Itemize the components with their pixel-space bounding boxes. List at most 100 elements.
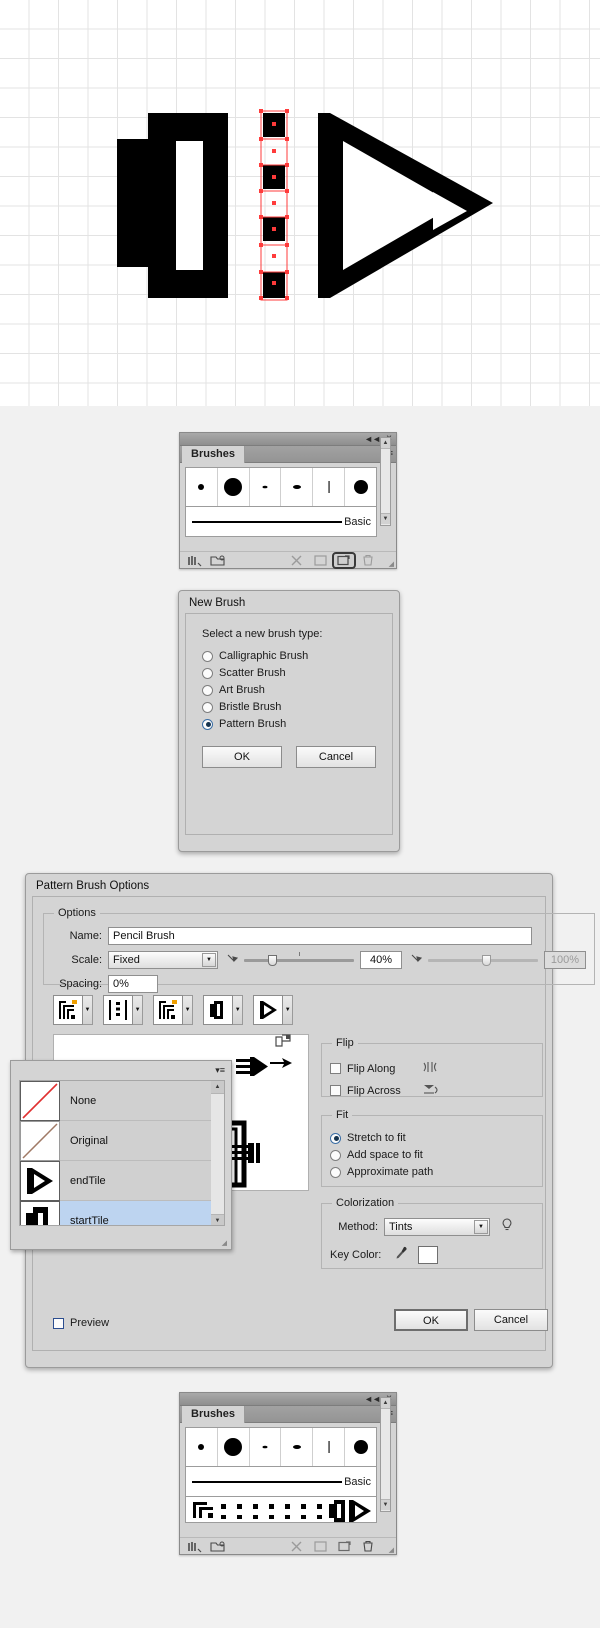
panel-scrollbar[interactable]: ▲ ▼: [380, 437, 391, 526]
artboard-canvas[interactable]: [0, 0, 600, 406]
new-brush-icon[interactable]: [338, 1540, 352, 1553]
brush-name-input[interactable]: Pencil Brush: [108, 927, 532, 945]
collapse-icon[interactable]: ◄◄: [364, 1394, 381, 1405]
resize-grip-icon[interactable]: ◢: [222, 1239, 227, 1247]
scale-mode-select[interactable]: Fixed ▼: [108, 951, 218, 969]
brush-swatch-grid[interactable]: [185, 467, 377, 507]
radio-pattern-brush[interactable]: Pattern Brush: [202, 718, 376, 730]
libraries-panel-icon[interactable]: [210, 1540, 225, 1553]
brush-swatch-stroke-thin[interactable]: [313, 468, 346, 506]
inner-corner-tile-button[interactable]: [153, 995, 184, 1025]
key-color-swatch[interactable]: [418, 1245, 438, 1264]
slider-knob[interactable]: [268, 955, 277, 966]
options-of-selected-object-icon[interactable]: [314, 554, 328, 567]
resize-grip-icon[interactable]: ◢: [389, 560, 394, 568]
brush-swatch-dot-tiny[interactable]: [250, 1428, 282, 1466]
brush-swatch-dot-small[interactable]: [186, 468, 218, 506]
spacing-input[interactable]: 0%: [108, 975, 158, 993]
scroll-down-arrow[interactable]: ▼: [381, 1499, 390, 1510]
delete-brush-icon[interactable]: [362, 554, 376, 567]
radio-add-space-to-fit[interactable]: Add space to fit: [330, 1149, 534, 1161]
panel-tab-row[interactable]: Brushes ▾≡: [180, 446, 396, 463]
panel-titlebar[interactable]: ◄◄ ×: [180, 1393, 396, 1406]
tile-list-item-starttile[interactable]: startTile: [20, 1201, 224, 1225]
scroll-up-arrow[interactable]: ▲: [381, 438, 390, 449]
lightbulb-tip-icon[interactable]: [500, 1217, 514, 1236]
tile-selection-popup[interactable]: ▾≡ None Original endTile startTile ▲ ▼ ◢: [10, 1060, 232, 1250]
brush-libraries-icon[interactable]: [188, 554, 202, 567]
side-tile-button[interactable]: [53, 995, 83, 1025]
colorization-method-select[interactable]: Tints ▼: [384, 1217, 490, 1236]
brush-swatch-dot-round[interactable]: [345, 1428, 376, 1466]
resize-grip-icon[interactable]: ◢: [389, 1546, 394, 1554]
scroll-down-arrow[interactable]: ▼: [211, 1214, 224, 1225]
eyedropper-icon[interactable]: [394, 1245, 408, 1264]
delete-brush-icon[interactable]: [362, 1540, 376, 1553]
brush-swatch-dot-small[interactable]: [186, 1428, 218, 1466]
brush-swatch-dot-round[interactable]: [345, 468, 376, 506]
collapse-icon[interactable]: ◄◄: [364, 434, 381, 445]
brush-swatch-dot-large[interactable]: [218, 1428, 250, 1466]
brushes-panel-top[interactable]: ◄◄ × Brushes ▾≡: [179, 432, 397, 569]
radio-bristle-brush[interactable]: Bristle Brush: [202, 701, 376, 713]
radio-art-brush[interactable]: Art Brush: [202, 684, 376, 696]
panel-footer-toolbar[interactable]: ◢: [180, 1537, 396, 1554]
panel-tab-row[interactable]: Brushes ▾≡: [180, 1406, 396, 1423]
panel-scrollbar[interactable]: ▲ ▼: [380, 1397, 391, 1512]
brush-swatch-dot-oval[interactable]: [281, 1428, 314, 1466]
scroll-up-arrow[interactable]: ▲: [381, 1398, 390, 1409]
tile-list-item-endtile[interactable]: endTile: [20, 1160, 224, 1201]
brush-libraries-icon[interactable]: [188, 1540, 202, 1553]
end-tile-dropdown[interactable]: ▼: [283, 995, 294, 1025]
brush-swatch-dot-tiny[interactable]: [250, 468, 282, 506]
brush-row-basic[interactable]: Basic: [185, 1467, 377, 1497]
tile-list-scrollbar[interactable]: ▲ ▼: [211, 1081, 224, 1225]
preview-checkbox-row[interactable]: Preview: [53, 1317, 109, 1329]
radio-scatter-brush[interactable]: Scatter Brush: [202, 667, 376, 679]
tile-extra-icon[interactable]: [275, 1033, 293, 1052]
chevron-down-icon[interactable]: ▼: [474, 1219, 488, 1234]
tab-brushes[interactable]: Brushes: [182, 446, 246, 463]
radio-stretch-to-fit[interactable]: Stretch to fit: [330, 1132, 534, 1144]
start-tile-button[interactable]: [203, 995, 234, 1025]
libraries-panel-icon[interactable]: [210, 554, 225, 567]
brush-swatch-dot-oval[interactable]: [281, 468, 314, 506]
new-brush-dialog[interactable]: New Brush Select a new brush type: Calli…: [178, 590, 400, 852]
brush-row-pencil-pattern[interactable]: [185, 1497, 377, 1523]
brush-swatch-grid[interactable]: [185, 1427, 377, 1467]
outer-corner-tile-dropdown[interactable]: ▼: [133, 995, 144, 1025]
popup-menu-icon[interactable]: ▾≡: [215, 1065, 225, 1076]
tile-button-strip[interactable]: ▼ ▼ ▼ ▼ ▼: [53, 995, 294, 1025]
end-tile-button[interactable]: [253, 995, 284, 1025]
cancel-button[interactable]: Cancel: [296, 746, 376, 768]
chevron-down-icon[interactable]: ▼: [202, 953, 216, 967]
tab-brushes[interactable]: Brushes: [182, 1406, 246, 1423]
slider-knob[interactable]: [482, 955, 491, 966]
side-tile-dropdown[interactable]: ▼: [83, 995, 93, 1025]
cancel-button[interactable]: Cancel: [474, 1309, 548, 1331]
brushes-panel-bottom[interactable]: ◄◄ × Brushes ▾≡: [179, 1392, 397, 1555]
brush-row-basic[interactable]: Basic: [185, 507, 377, 537]
scroll-up-arrow[interactable]: ▲: [211, 1081, 224, 1094]
panel-footer-toolbar[interactable]: ◢: [180, 551, 396, 569]
scale-slider-2[interactable]: [428, 953, 538, 967]
options-of-selected-object-icon[interactable]: [314, 1540, 328, 1553]
brush-swatch-stroke-thin[interactable]: [313, 1428, 346, 1466]
brush-swatch-dot-large[interactable]: [218, 468, 250, 506]
radio-calligraphic-brush[interactable]: Calligraphic Brush: [202, 650, 376, 662]
panel-titlebar[interactable]: ◄◄ ×: [180, 433, 396, 446]
ok-button[interactable]: OK: [202, 746, 282, 768]
scroll-down-arrow[interactable]: ▼: [381, 513, 390, 524]
flip-along-checkbox-row[interactable]: Flip Along: [330, 1060, 534, 1077]
remove-brush-link-icon[interactable]: [290, 1540, 304, 1553]
remove-brush-link-icon[interactable]: [290, 554, 304, 567]
flip-across-checkbox-row[interactable]: Flip Across: [330, 1082, 534, 1099]
radio-approximate-path[interactable]: Approximate path: [330, 1166, 534, 1178]
tile-list[interactable]: None Original endTile startTile ▲ ▼: [19, 1080, 225, 1226]
scale-value-input[interactable]: 40%: [360, 951, 402, 969]
tile-list-item-none[interactable]: None: [20, 1081, 224, 1121]
new-brush-button[interactable]: [332, 552, 356, 569]
start-tile-dropdown[interactable]: ▼: [233, 995, 244, 1025]
outer-corner-tile-button[interactable]: [103, 995, 134, 1025]
inner-corner-tile-dropdown[interactable]: ▼: [183, 995, 194, 1025]
